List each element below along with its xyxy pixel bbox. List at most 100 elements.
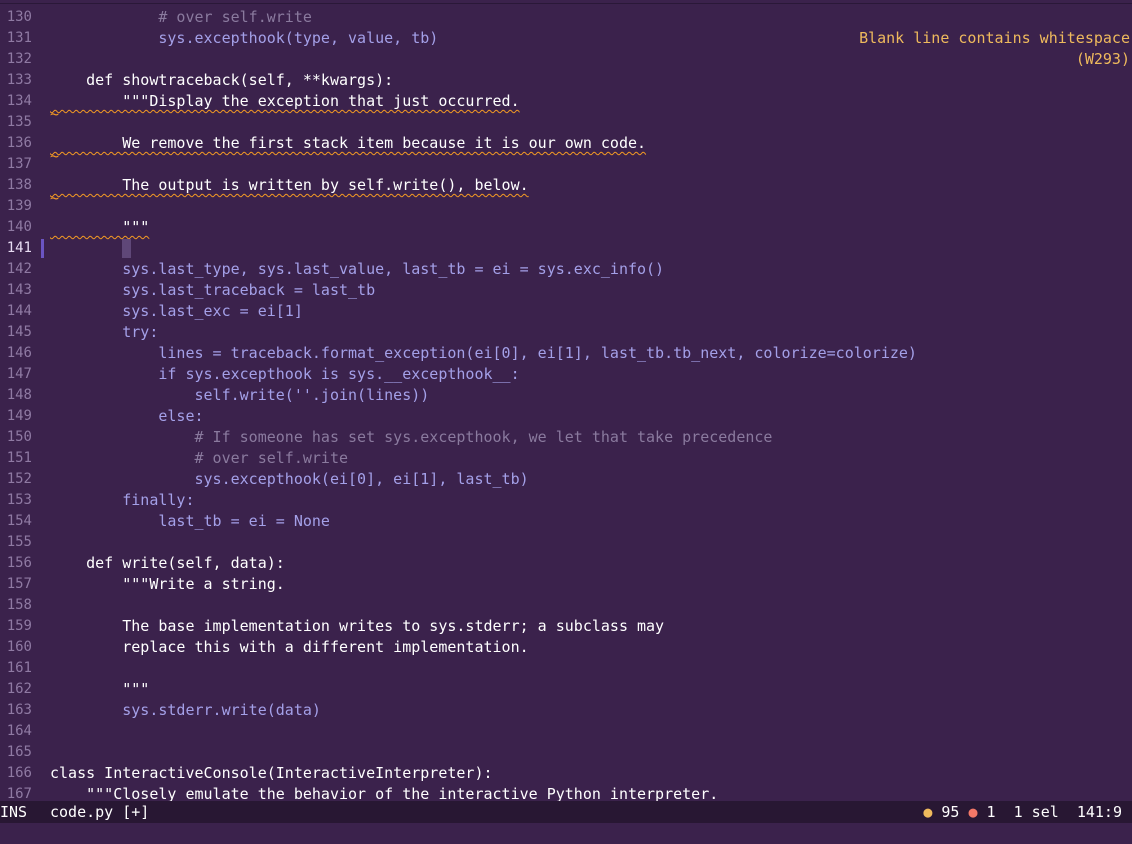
line-number: 152	[6, 471, 32, 487]
code-line[interactable]: 154 last_tb = ei = None	[0, 511, 1132, 532]
code-text: """Closely emulate the behavior of the i…	[50, 785, 719, 802]
code-text: """Display the exception that just occur…	[50, 92, 520, 110]
code-text: The output is written by self.write(), b…	[50, 176, 529, 194]
line-number: 138	[6, 177, 32, 193]
warning-dot-icon: ●	[923, 803, 933, 821]
code-text: class InteractiveConsole(InteractiveInte…	[50, 764, 493, 782]
code-line[interactable]: 162 """	[0, 679, 1132, 700]
editor-pane[interactable]: 130 # over self.write 131 sys.excepthook(…	[0, 3, 1132, 802]
code-text: if sys.excepthook is sys.__excepthook__:	[50, 365, 520, 383]
code-line[interactable]: 130 # over self.write	[0, 7, 1132, 28]
code-line[interactable]: 157 """Write a string.	[0, 574, 1132, 595]
code-text: def showtraceback(self, **kwargs):	[50, 71, 394, 89]
file-name[interactable]: code.py [+]	[50, 801, 149, 823]
line-number: 132	[6, 51, 32, 67]
error-dot-icon: ●	[968, 803, 978, 821]
line-number: 163	[6, 702, 32, 718]
code-line[interactable]: 160 replace this with a different implem…	[0, 637, 1132, 658]
code-line[interactable]: 139 ~	[0, 189, 1132, 217]
text-cursor	[122, 239, 131, 258]
line-number: 160	[6, 639, 32, 655]
code-line[interactable]: 163 sys.stderr.write(data)	[0, 700, 1132, 721]
line-number: 143	[6, 282, 32, 298]
diagnostic-message: Blank line contains whitespace	[859, 29, 1130, 47]
code-line[interactable]: 156 def write(self, data):	[0, 553, 1132, 574]
line-number: 150	[6, 429, 32, 445]
line-number: 153	[6, 492, 32, 508]
code-line[interactable]: 134 """Display the exception that just o…	[0, 91, 1132, 112]
code-text: finally:	[50, 491, 195, 509]
code-line[interactable]: 136 We remove the first stack item becau…	[0, 133, 1132, 154]
code-text: # over self.write	[50, 449, 349, 467]
code-line[interactable]: 161	[0, 658, 1132, 679]
code-text: self.write(''.join(lines))	[50, 386, 430, 404]
code-text: """	[50, 218, 150, 236]
code-text: """	[50, 680, 150, 698]
code-line[interactable]: 135 ~	[0, 105, 1132, 133]
error-count[interactable]: 1	[987, 803, 996, 821]
line-number: 154	[6, 513, 32, 529]
code-line[interactable]: 150 # If someone has set sys.excepthook,…	[0, 427, 1132, 448]
code-text: last_tb = ei = None	[50, 512, 330, 530]
status-right: ● 95 ● 1 1 sel 141:9	[923, 801, 1122, 823]
line-number: 167	[6, 786, 32, 802]
line-number: 149	[6, 408, 32, 424]
line-number: 145	[6, 324, 32, 340]
code-line[interactable]: 137 ~	[0, 147, 1132, 175]
code-text: sys.stderr.write(data)	[50, 701, 321, 719]
line-number: 165	[6, 744, 32, 760]
line-number: 144	[6, 303, 32, 319]
line-number: 147	[6, 366, 32, 382]
code-line[interactable]: 145 try:	[0, 322, 1132, 343]
code-line[interactable]: 143 sys.last_traceback = last_tb	[0, 280, 1132, 301]
code-text: sys.last_exc = ei[1]	[50, 302, 303, 320]
code-line[interactable]: 166 class InteractiveConsole(InteractiveI…	[0, 763, 1132, 784]
line-number: 157	[6, 576, 32, 592]
code-line[interactable]: 165	[0, 742, 1132, 763]
line-number: 148	[6, 387, 32, 403]
code-line[interactable]: 138 The output is written by self.write(…	[0, 175, 1132, 196]
code-text: # If someone has set sys.excepthook, we …	[50, 428, 773, 446]
whitespace-tilde-icon: ~	[50, 147, 60, 165]
cursor-position: 141:9	[1076, 803, 1122, 821]
code-line[interactable]: 141	[0, 238, 1132, 259]
whitespace-tilde-icon: ~	[50, 189, 60, 207]
line-number: 166	[6, 765, 32, 781]
code-line[interactable]: 159 The base implementation writes to sy…	[0, 616, 1132, 637]
line-number: 159	[6, 618, 32, 634]
code-text: def write(self, data):	[50, 554, 285, 572]
code-text: # over self.write	[50, 8, 312, 26]
code-line[interactable]: 149 else:	[0, 406, 1132, 427]
code-line[interactable]: 142 sys.last_type, sys.last_value, last_…	[0, 259, 1132, 280]
line-number: 133	[6, 72, 32, 88]
code-line[interactable]: 152 sys.excepthook(ei[0], ei[1], last_tb…	[0, 469, 1132, 490]
code-line[interactable]: 151 # over self.write	[0, 448, 1132, 469]
code-line[interactable]: 164	[0, 721, 1132, 742]
code-line[interactable]: 167 """Closely emulate the behavior of t…	[0, 784, 1132, 802]
selection-count: 1 sel	[1013, 803, 1059, 821]
code-line[interactable]: 140 """	[0, 217, 1132, 238]
code-text: sys.last_type, sys.last_value, last_tb =…	[50, 260, 665, 278]
code-line[interactable]: 158	[0, 595, 1132, 616]
line-number: 162	[6, 681, 32, 697]
warning-count[interactable]: 95	[941, 803, 959, 821]
code-text: """Write a string.	[50, 575, 285, 593]
line-number: 164	[6, 723, 32, 739]
line-number: 135	[6, 114, 32, 130]
code-line[interactable]: 148 self.write(''.join(lines))	[0, 385, 1132, 406]
whitespace-tilde-icon: ~	[50, 105, 60, 123]
code-line[interactable]: 144 sys.last_exc = ei[1]	[0, 301, 1132, 322]
code-line[interactable]: 155	[0, 532, 1132, 553]
line-number: 136	[6, 135, 32, 151]
line-number: 141	[6, 240, 32, 256]
line-number: 130	[6, 9, 32, 25]
diagnostic-popup: Blank line contains whitespace (W293)	[830, 28, 1130, 70]
code-line[interactable]: 133 def showtraceback(self, **kwargs):	[0, 70, 1132, 91]
code-line[interactable]: 153 finally:	[0, 490, 1132, 511]
line-number: 140	[6, 219, 32, 235]
code-line[interactable]: 147 if sys.excepthook is sys.__excepthoo…	[0, 364, 1132, 385]
code-line[interactable]: 146 lines = traceback.format_exception(e…	[0, 343, 1132, 364]
command-line[interactable]	[0, 823, 1132, 844]
line-number: 156	[6, 555, 32, 571]
code-text: We remove the first stack item because i…	[50, 134, 647, 152]
